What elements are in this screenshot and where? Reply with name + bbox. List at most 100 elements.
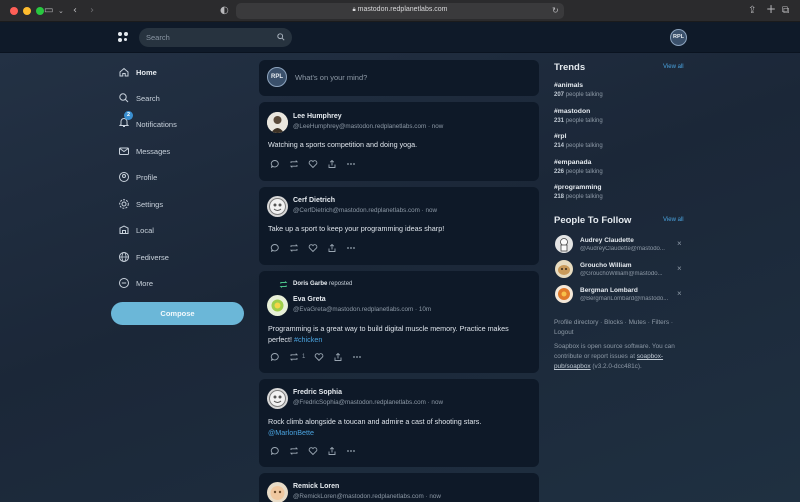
- nav-profile-label: Profile: [136, 172, 158, 182]
- people-to-follow-title: People To Follow: [554, 215, 632, 226]
- nav-settings[interactable]: Settings: [118, 197, 163, 211]
- post-avatar[interactable]: [267, 482, 288, 502]
- more-options-icon[interactable]: [346, 243, 356, 253]
- share-icon[interactable]: [327, 159, 337, 169]
- reply-icon[interactable]: [270, 352, 280, 362]
- search-icon[interactable]: [277, 33, 285, 41]
- post-author-name[interactable]: Eva Greta: [293, 296, 326, 303]
- nav-messages[interactable]: Messages: [118, 144, 170, 158]
- search-icon: [119, 93, 129, 103]
- trend-tag[interactable]: #animals: [554, 82, 583, 89]
- composer-card[interactable]: RPL What's on your mind?: [259, 60, 539, 96]
- post-author-name[interactable]: Cerf Dietrich: [293, 197, 335, 204]
- forward-icon[interactable]: ›: [90, 4, 94, 18]
- repost-icon[interactable]: [289, 243, 299, 253]
- post-author-handle[interactable]: @CerfDietrich@mastodon.redplanetlabs.com…: [293, 207, 437, 214]
- zoom-window-button[interactable]: [36, 7, 44, 15]
- trends-view-all-link[interactable]: View all: [663, 64, 684, 70]
- composer-avatar: RPL: [267, 67, 287, 87]
- post-author-handle[interactable]: @RemickLoren@mastodon.redplanetlabs.com …: [293, 493, 441, 500]
- sidebar-icon[interactable]: ▭: [44, 4, 53, 18]
- reply-icon[interactable]: [270, 243, 280, 253]
- dismiss-icon[interactable]: ×: [677, 240, 682, 248]
- post-avatar[interactable]: [267, 196, 288, 217]
- privacy-shield-icon[interactable]: ◐: [220, 4, 229, 18]
- share-icon[interactable]: [333, 352, 343, 362]
- nav-notifications[interactable]: 2 Notifications: [118, 111, 177, 131]
- trend-tag[interactable]: #rpl: [554, 133, 566, 140]
- share-icon[interactable]: ⇪: [748, 4, 756, 18]
- follow-handle[interactable]: @BergmanLombard@mastodo...: [580, 296, 676, 302]
- like-icon[interactable]: [314, 352, 324, 362]
- follow-name[interactable]: Bergman Lombard: [580, 287, 638, 294]
- follow-avatar[interactable]: [555, 235, 573, 253]
- nav-local-label: Local: [136, 225, 154, 235]
- post-author-name[interactable]: Lee Humphrey: [293, 113, 342, 120]
- post-author-handle[interactable]: @FredricSophia@mastodon.redplanetlabs.co…: [293, 399, 443, 406]
- post-avatar[interactable]: [267, 112, 288, 133]
- follow-avatar[interactable]: [555, 260, 573, 278]
- follow-name[interactable]: Audrey Claudette: [580, 237, 634, 244]
- repost-icon[interactable]: [289, 352, 299, 362]
- repost-icon[interactable]: [289, 446, 299, 456]
- close-window-button[interactable]: [10, 7, 18, 15]
- share-icon[interactable]: [327, 243, 337, 253]
- reply-icon[interactable]: [270, 446, 280, 456]
- post-avatar[interactable]: [267, 388, 288, 409]
- back-icon[interactable]: ‹: [73, 4, 77, 18]
- more-options-icon[interactable]: [346, 159, 356, 169]
- follow-view-all-link[interactable]: View all: [663, 217, 684, 223]
- follow-avatar[interactable]: [555, 285, 573, 303]
- repost-count: 1: [302, 354, 306, 360]
- trend-tag[interactable]: #mastodon: [554, 108, 590, 115]
- mail-icon: [119, 147, 129, 155]
- follow-handle[interactable]: @AudreyClaudette@mastodo...: [580, 246, 676, 252]
- reload-icon[interactable]: ↻: [552, 4, 559, 18]
- compose-button[interactable]: Compose: [111, 302, 244, 325]
- search-input[interactable]: [146, 28, 271, 47]
- post-avatar[interactable]: [267, 295, 288, 316]
- trend-count: 207 people talking: [554, 92, 603, 98]
- app-header: RPL: [0, 22, 800, 53]
- minimize-window-button[interactable]: [23, 7, 31, 15]
- dismiss-icon[interactable]: ×: [677, 265, 682, 273]
- post-author-handle[interactable]: @EvaGreta@mastodon.redplanetlabs.com · 1…: [293, 306, 431, 313]
- new-tab-icon[interactable]: +: [766, 2, 776, 16]
- nav-fediverse[interactable]: Fediverse: [118, 250, 169, 264]
- trends-title: Trends: [554, 62, 586, 73]
- reply-icon[interactable]: [270, 159, 280, 169]
- nav-search[interactable]: Search: [118, 91, 160, 105]
- logo-icon[interactable]: [118, 32, 129, 43]
- like-icon[interactable]: [308, 159, 318, 169]
- reposter-name[interactable]: Doris Garbe: [293, 281, 327, 287]
- address-bar[interactable]: 🔒︎ mastodon.redplanetlabs.com ↻: [236, 3, 564, 19]
- dismiss-icon[interactable]: ×: [677, 290, 682, 298]
- trend-tag[interactable]: #programming: [554, 184, 602, 191]
- post-author-name[interactable]: Fredric Sophia: [293, 389, 342, 396]
- post-author-name[interactable]: Remick Loren: [293, 483, 339, 490]
- like-icon[interactable]: [308, 243, 318, 253]
- tab-overview-icon[interactable]: ⧉: [782, 4, 789, 18]
- more-options-icon[interactable]: [346, 446, 356, 456]
- like-icon[interactable]: [308, 446, 318, 456]
- chevron-down-icon[interactable]: ⌄: [58, 4, 64, 18]
- nav-profile[interactable]: Profile: [118, 170, 157, 184]
- composer-placeholder[interactable]: What's on your mind?: [295, 73, 367, 82]
- more-options-icon[interactable]: [352, 352, 362, 362]
- share-icon[interactable]: [327, 446, 337, 456]
- trend-tag[interactable]: #empanada: [554, 159, 591, 166]
- nav-home[interactable]: Home: [118, 65, 157, 79]
- follow-name[interactable]: Groucho William: [580, 262, 632, 269]
- nav-more[interactable]: More: [118, 276, 153, 290]
- post-text: Rock climb alongside a toucan and admire…: [268, 417, 482, 437]
- mention-link[interactable]: @MarlonBette: [268, 428, 314, 437]
- globe-icon: [119, 252, 129, 262]
- search-box[interactable]: [139, 28, 292, 47]
- post-author-handle[interactable]: @LeeHumphrey@mastodon.redplanetlabs.com …: [293, 123, 443, 130]
- footer-links[interactable]: Profile directory · Blocks · Mutes · Fil…: [554, 318, 684, 338]
- hashtag-link[interactable]: #chicken: [294, 335, 322, 344]
- follow-handle[interactable]: @GrouchoWilliam@mastodo...: [580, 271, 676, 277]
- nav-local[interactable]: Local: [118, 223, 154, 237]
- account-avatar[interactable]: RPL: [670, 29, 687, 46]
- repost-icon[interactable]: [289, 159, 299, 169]
